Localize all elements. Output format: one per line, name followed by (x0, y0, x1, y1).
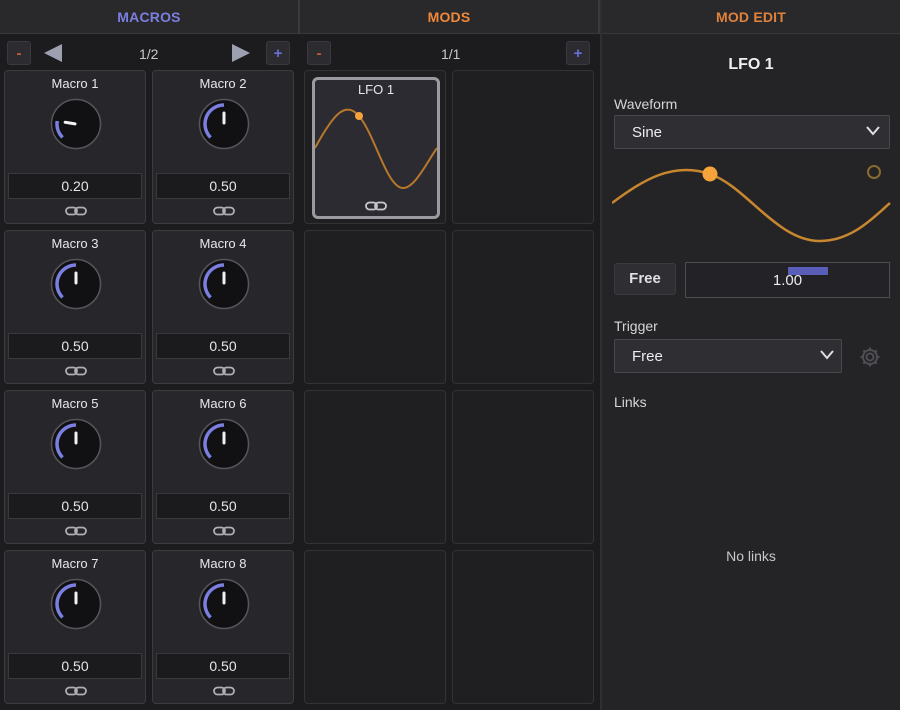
macro-card[interactable]: Macro 2 0.50 (152, 70, 294, 224)
macros-panel: MACROS - 1/2 + Macro 1 0.20 Macro 2 0.50… (0, 0, 300, 710)
macro-card[interactable]: Macro 5 0.50 (4, 390, 146, 544)
mod-edit-header-label: MOD EDIT (715, 8, 787, 25)
macro-title: Macro 5 (51, 396, 99, 411)
macro-knob[interactable] (50, 258, 102, 310)
macro-title: Macro 8 (199, 556, 247, 571)
macro-knob[interactable] (50, 578, 102, 630)
chevron-down-icon (866, 126, 880, 136)
macro-knob[interactable] (198, 98, 250, 150)
rate-value: 1.00 (772, 272, 803, 289)
macro-value-field[interactable]: 0.50 (156, 333, 290, 359)
macros-header: MACROS (0, 0, 300, 34)
macro-knob[interactable] (198, 258, 250, 310)
macro-value-field[interactable]: 0.20 (8, 173, 142, 199)
no-links-message: No links (726, 548, 776, 564)
rate-slider-field[interactable]: 1.00 (685, 262, 890, 298)
macro-card[interactable]: Macro 3 0.50 (4, 230, 146, 384)
lfo-card-title: LFO 1 (357, 82, 395, 97)
mod-slot[interactable] (304, 390, 446, 544)
remove-mod-button[interactable]: - (307, 41, 331, 65)
macro-card[interactable]: Macro 1 0.20 (4, 70, 146, 224)
links-label: Links (614, 394, 647, 410)
knob-pointer (63, 120, 77, 126)
add-macro-button[interactable]: + (266, 41, 290, 65)
lfo-phase-dot (355, 112, 363, 120)
link-icon[interactable] (365, 200, 387, 212)
waveform-label: Waveform (614, 96, 678, 112)
link-icon[interactable] (65, 525, 87, 537)
mod-slot[interactable] (304, 230, 446, 384)
macro-value-field[interactable]: 0.50 (8, 493, 142, 519)
macro-value-field[interactable]: 0.50 (8, 653, 142, 679)
macro-card[interactable]: Macro 4 0.50 (152, 230, 294, 384)
macro-title: Macro 2 (199, 76, 247, 91)
macro-title: Macro 4 (199, 236, 247, 251)
macro-value-field[interactable]: 0.50 (156, 653, 290, 679)
waveform-dropdown[interactable]: Sine (614, 115, 890, 149)
remove-macro-button[interactable]: - (7, 41, 31, 65)
macro-card[interactable]: Macro 8 0.50 (152, 550, 294, 704)
lfo-waveform-preview (315, 108, 437, 190)
add-mod-button[interactable]: + (566, 41, 590, 65)
macro-value-field[interactable]: 0.50 (156, 493, 290, 519)
macro-knob[interactable] (198, 578, 250, 630)
macros-page-indicator: 1/2 (139, 46, 159, 62)
link-icon[interactable] (213, 365, 235, 377)
macro-knob[interactable] (198, 418, 250, 470)
macro-card[interactable]: Macro 6 0.50 (152, 390, 294, 544)
mod-slot[interactable] (452, 550, 594, 704)
macros-nav: - 1/2 + (0, 38, 300, 70)
lfo-end-handle[interactable] (867, 165, 881, 179)
mods-nav: - 1/1 + (300, 38, 600, 70)
mods-header-label: MODS (427, 8, 471, 25)
mod-edit-title: LFO 1 (728, 56, 774, 73)
macro-title: Macro 6 (199, 396, 247, 411)
macros-header-label: MACROS (117, 8, 181, 25)
mods-panel: MODS - 1/1 + LFO 1 (300, 0, 600, 710)
macro-title: Macro 1 (51, 76, 99, 91)
macro-value-field[interactable]: 0.50 (8, 333, 142, 359)
link-icon[interactable] (213, 205, 235, 217)
sync-mode-button[interactable]: Free (614, 263, 676, 295)
mods-header: MODS (300, 0, 600, 34)
macro-title: Macro 7 (51, 556, 99, 571)
mod-slot[interactable] (452, 390, 594, 544)
link-icon[interactable] (65, 685, 87, 697)
macro-title: Macro 3 (51, 236, 99, 251)
mod-edit-header: MOD EDIT (602, 0, 900, 34)
mod-edit-panel: MOD EDIT LFO 1 Waveform Sine Free 1.00 T… (600, 0, 900, 710)
macro-knob[interactable] (50, 98, 102, 150)
link-icon[interactable] (213, 685, 235, 697)
trigger-dropdown[interactable]: Free (614, 339, 842, 373)
link-icon[interactable] (65, 365, 87, 377)
lfo-card[interactable]: LFO 1 (312, 77, 440, 219)
link-icon[interactable] (213, 525, 235, 537)
lfo-waveform-editor[interactable] (612, 155, 892, 250)
macro-knob[interactable] (50, 418, 102, 470)
macro-card[interactable]: Macro 7 0.50 (4, 550, 146, 704)
mod-slot[interactable] (304, 550, 446, 704)
link-icon[interactable] (65, 205, 87, 217)
waveform-dropdown-value: Sine (632, 124, 663, 141)
chevron-left-icon[interactable] (44, 44, 62, 62)
trigger-dropdown-value: Free (632, 348, 663, 365)
gear-icon[interactable] (858, 345, 882, 369)
trigger-label: Trigger (614, 318, 658, 334)
chevron-right-icon[interactable] (232, 44, 250, 62)
chevron-down-icon (820, 350, 834, 360)
macro-value-field[interactable]: 0.50 (156, 173, 290, 199)
mod-slot[interactable] (452, 230, 594, 384)
lfo-phase-handle[interactable] (702, 166, 718, 182)
mod-slot[interactable] (452, 70, 594, 224)
mods-page-indicator: 1/1 (441, 46, 461, 62)
